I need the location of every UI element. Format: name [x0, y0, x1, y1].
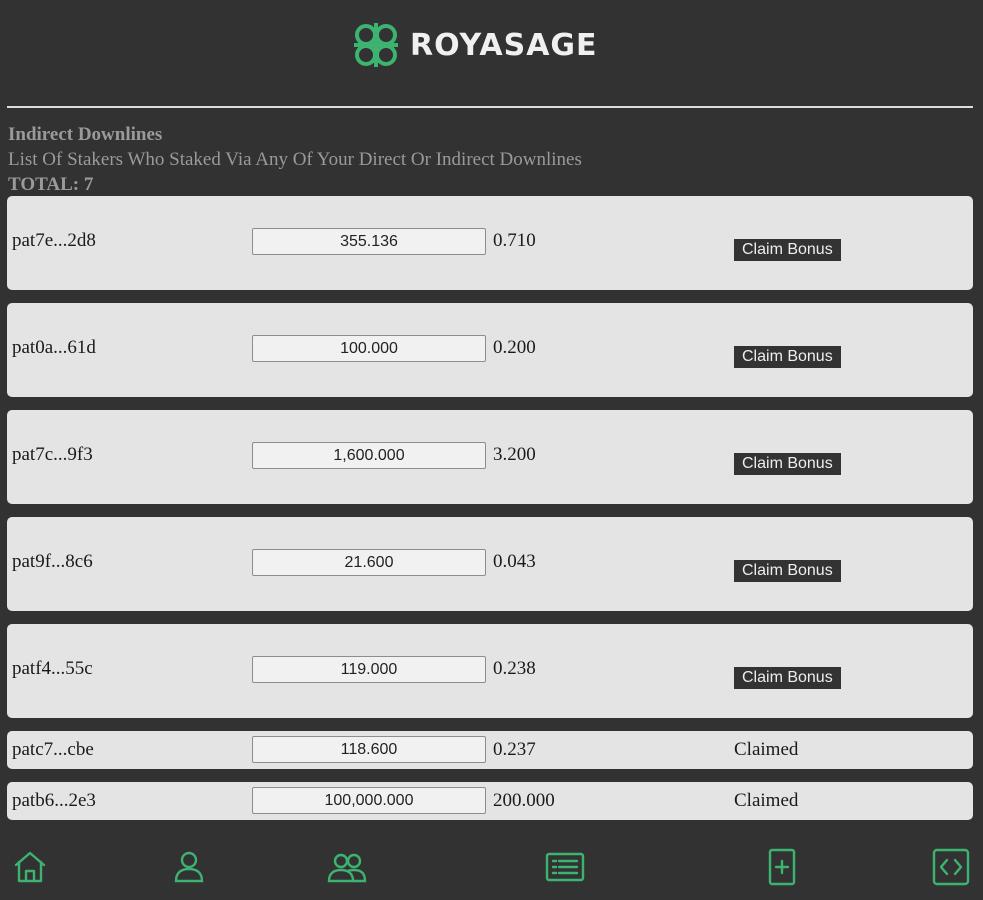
- staker-address: pat7e...2d8: [12, 230, 96, 251]
- logo[interactable]: ROYASAGE: [350, 18, 598, 72]
- bottom-nav: [0, 835, 983, 900]
- list-icon[interactable]: [545, 847, 585, 887]
- bonus-value: 0.200: [493, 337, 536, 358]
- downline-row: pat9f...8c6 0.043 Claim Bonus: [7, 517, 973, 611]
- bonus-value: 0.238: [493, 658, 536, 679]
- downline-row: pat0a...61d 0.200 Claim Bonus: [7, 303, 973, 397]
- downline-row: pat7e...2d8 0.710 Claim Bonus: [7, 196, 973, 290]
- claim-bonus-button[interactable]: Claim Bonus: [734, 346, 841, 368]
- claim-bonus-button[interactable]: Claim Bonus: [734, 239, 841, 261]
- brand-name: ROYASAGE: [410, 27, 598, 63]
- section-title: Indirect Downlines: [8, 124, 163, 145]
- staker-address: patc7...cbe: [12, 739, 94, 760]
- claim-bonus-button[interactable]: Claim Bonus: [734, 560, 841, 582]
- stake-amount-field[interactable]: [252, 228, 486, 255]
- section-subtitle: List Of Stakers Who Staked Via Any Of Yo…: [8, 149, 582, 170]
- stake-amount-field[interactable]: [252, 656, 486, 683]
- logo-mark-icon: [354, 23, 398, 67]
- bonus-value: 0.237: [493, 739, 536, 760]
- staker-address: pat7c...9f3: [12, 444, 93, 465]
- header-divider: [7, 106, 973, 108]
- staker-address: patf4...55c: [12, 658, 93, 679]
- add-document-icon[interactable]: [762, 847, 802, 887]
- downline-list: pat7e...2d8 0.710 Claim Bonus pat0a...61…: [7, 196, 973, 833]
- user-icon[interactable]: [169, 847, 209, 887]
- home-icon[interactable]: [10, 847, 50, 887]
- claimed-status: Claimed: [734, 739, 799, 760]
- stake-amount-field[interactable]: [252, 787, 486, 814]
- claim-bonus-button[interactable]: Claim Bonus: [734, 667, 841, 689]
- staker-address: pat9f...8c6: [12, 551, 93, 572]
- code-icon[interactable]: [931, 847, 971, 887]
- users-icon[interactable]: [327, 847, 367, 887]
- stake-amount-field[interactable]: [252, 549, 486, 576]
- bonus-value: 200.000: [493, 790, 555, 811]
- claim-bonus-button[interactable]: Claim Bonus: [734, 453, 841, 475]
- total-count: TOTAL: 7: [8, 174, 94, 195]
- claimed-status: Claimed: [734, 790, 799, 811]
- downline-row: pat7c...9f3 3.200 Claim Bonus: [7, 410, 973, 504]
- stake-amount-field[interactable]: [252, 736, 486, 763]
- bonus-value: 0.043: [493, 551, 536, 572]
- downline-row: patc7...cbe 0.237 Claimed: [7, 731, 973, 769]
- downline-row: patf4...55c 0.238 Claim Bonus: [7, 624, 973, 718]
- stake-amount-field[interactable]: [252, 335, 486, 362]
- staker-address: patb6...2e3: [12, 790, 96, 811]
- stake-amount-field[interactable]: [252, 442, 486, 469]
- bonus-value: 0.710: [493, 230, 536, 251]
- bonus-value: 3.200: [493, 444, 536, 465]
- header: ROYASAGE: [0, 0, 983, 100]
- staker-address: pat0a...61d: [12, 337, 96, 358]
- downline-row: patb6...2e3 200.000 Claimed: [7, 782, 973, 820]
- section-header: Indirect Downlines List Of Stakers Who S…: [8, 122, 582, 197]
